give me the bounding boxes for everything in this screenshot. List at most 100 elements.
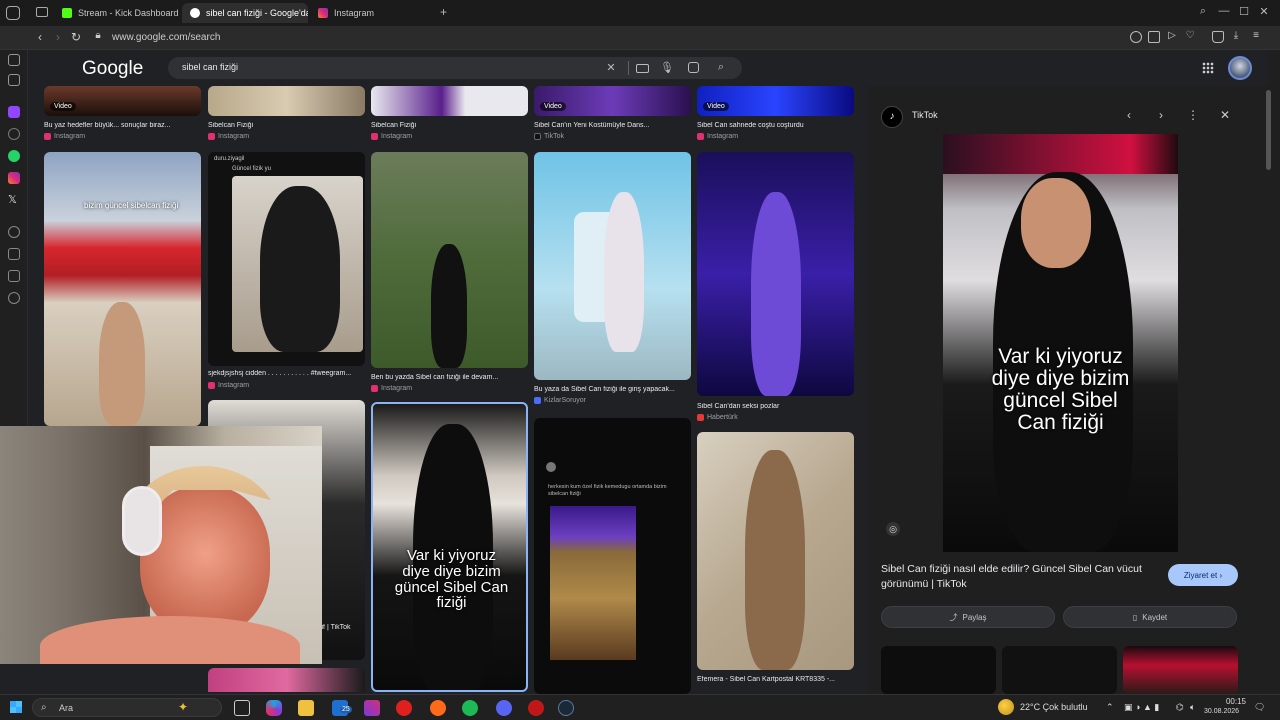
minimize-button[interactable]: — [1216, 5, 1232, 17]
vpn-icon[interactable] [8, 128, 20, 140]
forward-icon[interactable]: › [50, 30, 66, 44]
next-icon[interactable]: › [1153, 108, 1169, 122]
pin-icon[interactable] [1130, 31, 1142, 43]
result-image-selected[interactable]: Var ki yiyoruz diye diye bizim güncel Si… [371, 402, 528, 692]
task-view-icon[interactable] [234, 700, 250, 716]
discord-icon[interactable] [496, 700, 512, 716]
app-tray-icons[interactable]: ▣ ◑ ▲ ▮ [1124, 702, 1159, 713]
visit-button[interactable]: Ziyaret et › [1168, 564, 1238, 586]
result-image[interactable]: Video [697, 86, 854, 116]
copilot-icon[interactable] [266, 700, 282, 716]
spotify-icon[interactable] [462, 700, 478, 716]
instagram-icon[interactable] [8, 172, 20, 184]
result-caption[interactable]: Sibelcan Fiziği [208, 122, 365, 129]
url-field[interactable]: www.google.com/search [112, 32, 220, 43]
scrollbar[interactable] [1266, 90, 1271, 170]
result-caption[interactable]: Sibelcan Fiziği [371, 122, 528, 129]
tab-instagram[interactable]: Instagram [310, 3, 430, 23]
close-window-button[interactable]: ✕ [1256, 5, 1272, 18]
lens-icon[interactable]: ◎ [886, 522, 900, 536]
result-source[interactable]: Instagram [371, 133, 412, 140]
result-image[interactable] [697, 152, 854, 396]
panel-source-name[interactable]: TikTok [912, 110, 938, 120]
volume-icon[interactable]: 🔈︎ [1190, 702, 1195, 713]
result-source[interactable]: Habertürk [697, 414, 738, 421]
result-image[interactable]: bizim güncel sibelcan fiziği [44, 152, 201, 426]
screenshot-icon[interactable] [1148, 31, 1160, 43]
clock-time[interactable]: 00:15 [1212, 697, 1246, 706]
taskbar-search[interactable]: ⌕ Ara ✦ [32, 698, 222, 717]
result-image[interactable]: herkesin kum özel fizik kemedugu ortamda… [534, 418, 691, 694]
result-caption[interactable]: yif | TikTok [318, 624, 363, 631]
result-source[interactable]: Instagram [44, 133, 85, 140]
file-explorer-icon[interactable] [298, 700, 314, 716]
notification-icon[interactable]: 🗨︎ [1254, 702, 1265, 713]
browser-menu-icon[interactable] [6, 6, 20, 20]
result-image[interactable] [371, 152, 528, 368]
result-caption[interactable]: Bu yaza da Sibel Can fiziği ile giriş ya… [534, 386, 691, 393]
notes-icon[interactable] [8, 74, 20, 86]
chevron-up-icon[interactable]: ⌃ [1106, 702, 1114, 713]
related-image[interactable] [881, 646, 996, 694]
result-image[interactable] [208, 86, 365, 116]
result-image[interactable] [534, 152, 691, 380]
result-caption[interactable]: Sibel Can sahnede coştu coşturdu [697, 122, 854, 129]
preview-image[interactable]: Var ki yiyoruz diye diye bizim güncel Si… [943, 134, 1178, 552]
weather-icon[interactable] [998, 699, 1014, 715]
clock-date[interactable]: 30.08.2026 [1204, 708, 1239, 715]
twitch-icon[interactable] [8, 106, 20, 118]
result-caption[interactable]: Sibel Can'ın Yeni Kostümüyle Dans... [534, 122, 691, 129]
search-tabs-icon[interactable]: ⌕ [1195, 5, 1211, 18]
close-icon[interactable]: ✕ [1217, 108, 1233, 122]
result-caption[interactable]: sjekdjsjshsj cidden . . . . . . . . . . … [208, 370, 365, 377]
result-caption[interactable]: Sibel Can'dan seksi pozlar [697, 403, 854, 410]
history-icon[interactable] [8, 226, 20, 238]
result-source[interactable]: KizlarSoruyor [534, 397, 586, 404]
speed-dial-icon[interactable] [8, 54, 20, 66]
menu-icon[interactable]: ≡ [1248, 30, 1264, 41]
save-button[interactable]: ▯ Kaydet [1063, 606, 1237, 628]
extensions-icon[interactable] [8, 270, 20, 282]
result-image[interactable]: Video [44, 86, 201, 116]
result-image[interactable] [371, 86, 528, 116]
opera-icon[interactable] [396, 700, 412, 716]
result-caption[interactable]: Bu yaz hedefler büyük... sonuçlar biraz.… [44, 122, 201, 129]
back-icon[interactable]: ‹ [32, 30, 48, 44]
tab-overview-icon[interactable] [36, 7, 48, 17]
result-source[interactable]: Instagram [371, 385, 412, 392]
result-image[interactable]: duru.ziyagil Güncel fizik yu [208, 152, 365, 366]
play-icon[interactable]: ▷ [1164, 30, 1180, 41]
apps-icon[interactable] [1202, 62, 1214, 74]
new-tab-button[interactable]: + [440, 5, 447, 19]
maximize-button[interactable]: ☐ [1236, 5, 1252, 18]
result-image[interactable]: Video [534, 86, 691, 116]
weather-text[interactable]: 22°C Çok bulutlu [1020, 702, 1088, 712]
result-source[interactable]: Instagram [208, 133, 249, 140]
heart-icon[interactable]: ♡ [1182, 30, 1198, 41]
tab-google-search[interactable]: sibel can fiziği - Google'da A [182, 3, 308, 23]
result-source[interactable]: Instagram [208, 382, 249, 389]
reload-icon[interactable]: ↻ [68, 30, 84, 44]
avatar[interactable] [1228, 56, 1252, 80]
tab-kick-dashboard[interactable]: Stream - Kick Dashboard [54, 3, 180, 23]
search-input[interactable]: sibel can fiziği [182, 62, 238, 72]
store-icon[interactable] [364, 700, 380, 716]
downloads-icon[interactable] [8, 248, 20, 260]
result-source[interactable]: Instagram [697, 133, 738, 140]
search-icon[interactable]: ⌕ [714, 61, 728, 74]
result-source[interactable]: TikTok [534, 133, 564, 140]
previous-icon[interactable]: ‹ [1121, 108, 1137, 122]
obs-icon[interactable] [528, 700, 544, 716]
related-image[interactable] [1002, 646, 1117, 694]
whatsapp-icon[interactable] [8, 150, 20, 162]
wallet-icon[interactable] [1212, 31, 1224, 43]
close-icon[interactable]: ✕ [604, 61, 618, 74]
settings-icon[interactable] [8, 292, 20, 304]
lens-icon[interactable] [688, 62, 699, 73]
mic-icon[interactable]: 🎙︎ [660, 61, 674, 74]
share-button[interactable]: ⤴ Paylaş [881, 606, 1055, 628]
result-image[interactable] [697, 432, 854, 670]
related-image[interactable] [1123, 646, 1238, 694]
google-logo[interactable]: Google [82, 58, 143, 80]
panel-description[interactable]: Sibel Can fiziği nasıl elde edilir? Günc… [881, 562, 1151, 591]
